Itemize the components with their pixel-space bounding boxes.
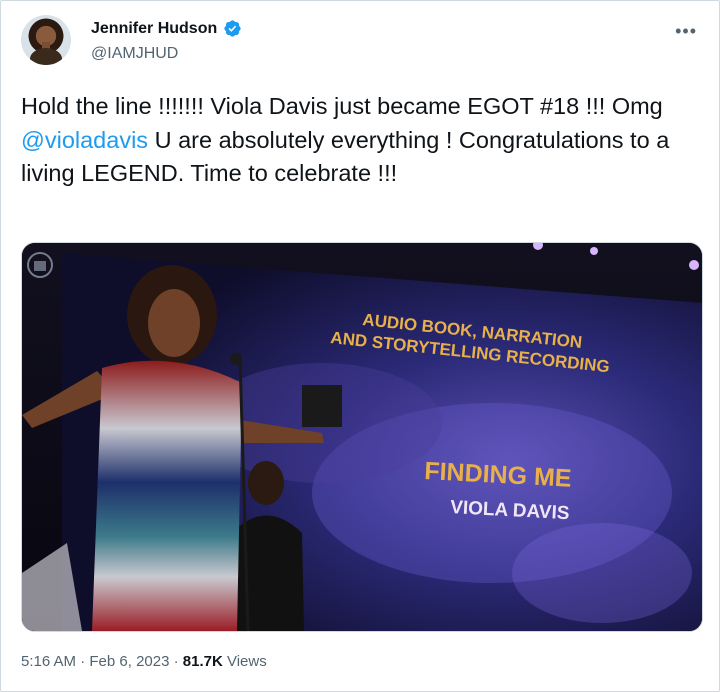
views-label: Views — [222, 653, 267, 670]
tweet-card: Jennifer Hudson @IAMJHUD ••• Hold the li… — [0, 0, 720, 692]
tweet-media-image[interactable]: AUDIO BOOK, NARRATION AND STORYTELLING R… — [21, 242, 703, 632]
more-options-icon[interactable]: ••• — [675, 21, 697, 42]
author-name-row: Jennifer Hudson — [91, 19, 242, 38]
verified-badge-icon — [224, 20, 241, 37]
author-handle[interactable]: @IAMJHUD — [91, 45, 178, 63]
mention-link[interactable]: @violadavis — [21, 127, 148, 153]
view-count: 81.7K — [182, 653, 223, 670]
meta-separator: · — [169, 653, 183, 670]
avatar[interactable] — [21, 15, 71, 65]
author-name[interactable]: Jennifer Hudson — [91, 20, 217, 38]
meta-separator: · — [76, 653, 90, 670]
tweet-text: Hold the line !!!!!!! Viola Davis just b… — [21, 90, 701, 191]
tweet-meta: 5:16 AM · Feb 6, 2023 · 81.7K Views — [21, 653, 267, 670]
tweet-text-part-1: Hold the line !!!!!!! Viola Davis just b… — [21, 93, 663, 119]
tweet-date[interactable]: Feb 6, 2023 — [89, 653, 169, 670]
media-photo: AUDIO BOOK, NARRATION AND STORYTELLING R… — [22, 243, 702, 631]
tweet-time[interactable]: 5:16 AM — [21, 653, 76, 670]
